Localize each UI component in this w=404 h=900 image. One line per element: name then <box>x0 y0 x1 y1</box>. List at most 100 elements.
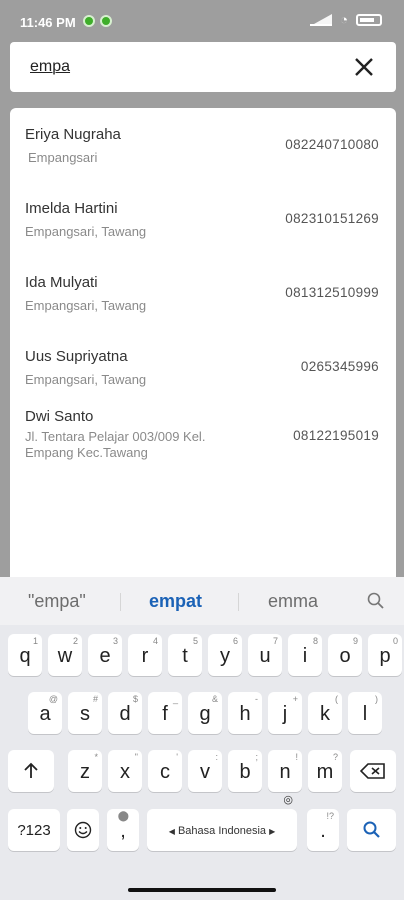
left-arrow-icon: ◀ <box>168 827 175 836</box>
key-c[interactable]: ' c <box>148 750 182 792</box>
key-g[interactable]: & g <box>188 692 222 734</box>
suggestion-item[interactable]: emma <box>268 591 318 612</box>
key-hint: ? <box>332 752 338 762</box>
status-bar: 11:46 PM ◔ <box>0 0 404 42</box>
key-hint: $ <box>132 694 138 704</box>
contact-phone: 0265345996 <box>300 359 379 374</box>
key-hint: 3 <box>112 636 118 646</box>
shift-key[interactable] <box>8 750 54 792</box>
key-hint: : <box>215 752 218 762</box>
contact-address-line1: Jl. Tentara Pelajar 003/009 Kel. <box>25 429 206 444</box>
key-k[interactable]: (k <box>308 692 342 734</box>
search-input[interactable]: empa <box>30 58 70 76</box>
suggestion-item[interactable]: "empa" <box>28 591 86 612</box>
key-l[interactable]: ) l <box>348 692 382 734</box>
emoji-key[interactable] <box>67 809 99 851</box>
suggestion-bar: "empa" empat emma <box>0 577 404 625</box>
key-hint: - <box>255 694 258 704</box>
close-icon[interactable] <box>352 55 376 79</box>
key-t[interactable]: 5t <box>168 634 202 676</box>
period-key[interactable]: !? . <box>307 809 339 851</box>
contact-address: Empangsari, Tawang <box>25 298 147 313</box>
contact-address: Empangsari, Tawang <box>25 372 147 387</box>
key-hint: 6 <box>232 636 238 646</box>
key-s[interactable]: # s <box>68 692 102 734</box>
comma-key[interactable]: ⬤ , <box>107 809 139 851</box>
key-w[interactable]: 2w <box>48 634 82 676</box>
gesture-navigation-bar[interactable] <box>128 888 276 892</box>
contact-phone: 082240710080 <box>285 137 379 152</box>
comma-label: , <box>120 820 126 842</box>
contact-address-line2: Empang Kec.Tawang <box>25 445 148 460</box>
key-d[interactable]: $ d <box>108 692 142 734</box>
key-hint: 7 <box>272 636 278 646</box>
key-h[interactable]: -h <box>228 692 262 734</box>
key-hint: 4 <box>152 636 158 646</box>
globe-icon: ◎ <box>283 794 293 806</box>
symbols-key[interactable]: ?123 <box>8 809 60 851</box>
divider <box>120 593 121 611</box>
contact-name: Imelda Hartini <box>25 200 118 217</box>
list-item[interactable]: Ida Mulyati Empangsari, Tawang 081312510… <box>10 268 396 340</box>
key-hint: 0 <box>392 636 398 646</box>
key-u[interactable]: 7u <box>248 634 282 676</box>
results-list: Eriya Nugraha Empangsari 082240710080 Im… <box>10 108 396 588</box>
notification-icon <box>100 15 112 27</box>
list-item[interactable]: Eriya Nugraha Empangsari 082240710080 <box>10 120 396 192</box>
suggestion-item[interactable]: empat <box>149 591 202 612</box>
mic-icon: ⬤ <box>117 811 129 822</box>
space-language-label: Bahasa Indonesia <box>177 825 267 837</box>
key-hint: ) <box>375 694 378 704</box>
key-hint: @ <box>48 694 58 704</box>
contact-phone: 081312510999 <box>285 285 379 300</box>
key-hint: ' <box>176 752 178 762</box>
list-item[interactable]: Imelda Hartini Empangsari, Tawang 082310… <box>10 194 396 266</box>
key-m[interactable]: ? m <box>308 750 342 792</box>
backspace-key[interactable] <box>350 750 396 792</box>
search-bar: empa <box>10 42 396 92</box>
key-a[interactable]: @ a <box>28 692 62 734</box>
shift-arrow-icon <box>24 762 38 778</box>
battery-icon <box>356 14 382 26</box>
space-key[interactable]: ◀ Bahasa Indonesia ▶ ◎ <box>147 795 297 851</box>
key-hint: 8 <box>312 636 318 646</box>
contact-phone: 08122195019 <box>293 428 379 443</box>
key-p[interactable]: 0p <box>368 634 402 676</box>
contact-address: Empangsari <box>28 150 98 165</box>
key-z[interactable]: * z <box>68 750 102 792</box>
key-v[interactable]: :v <box>188 750 222 792</box>
key-hint: 9 <box>352 636 358 646</box>
key-hint: 1 <box>32 636 38 646</box>
key-j[interactable]: + j <box>268 692 302 734</box>
search-icon[interactable] <box>366 591 386 611</box>
contact-name: Ida Mulyati <box>25 274 98 291</box>
list-item[interactable]: Dwi Santo Jl. Tentara Pelajar 003/009 Ke… <box>10 404 396 468</box>
right-arrow-icon: ▶ <box>269 827 276 836</box>
key-hint: ; <box>255 752 258 762</box>
contact-address: Empangsari, Tawang <box>25 224 147 239</box>
key-i[interactable]: 8i <box>288 634 322 676</box>
key-o[interactable]: 9o <box>328 634 362 676</box>
key-x[interactable]: " x <box>108 750 142 792</box>
search-action-key[interactable] <box>347 809 396 851</box>
search-icon <box>363 821 380 838</box>
key-e[interactable]: 3e <box>88 634 122 676</box>
key-f[interactable]: _ f <box>148 692 182 734</box>
divider <box>238 593 239 611</box>
key-n[interactable]: ! n <box>268 750 302 792</box>
contact-name: Uus Supriyatna <box>25 348 128 365</box>
key-hint: & <box>211 694 218 704</box>
key-hint: * <box>94 752 98 762</box>
key-hint: + <box>292 694 298 704</box>
wifi-icon: ◔ <box>340 12 348 27</box>
emoji-icon <box>74 821 92 839</box>
key-y[interactable]: 6y <box>208 634 242 676</box>
key-hint: ( <box>335 694 338 704</box>
key-q[interactable]: 1q <box>8 634 42 676</box>
key-b[interactable]: ; b <box>228 750 262 792</box>
key-hint: ! <box>295 752 298 762</box>
contact-phone: 082310151269 <box>285 211 379 226</box>
key-r[interactable]: 4r <box>128 634 162 676</box>
status-time: 11:46 PM <box>20 15 76 30</box>
backspace-icon <box>359 763 385 779</box>
